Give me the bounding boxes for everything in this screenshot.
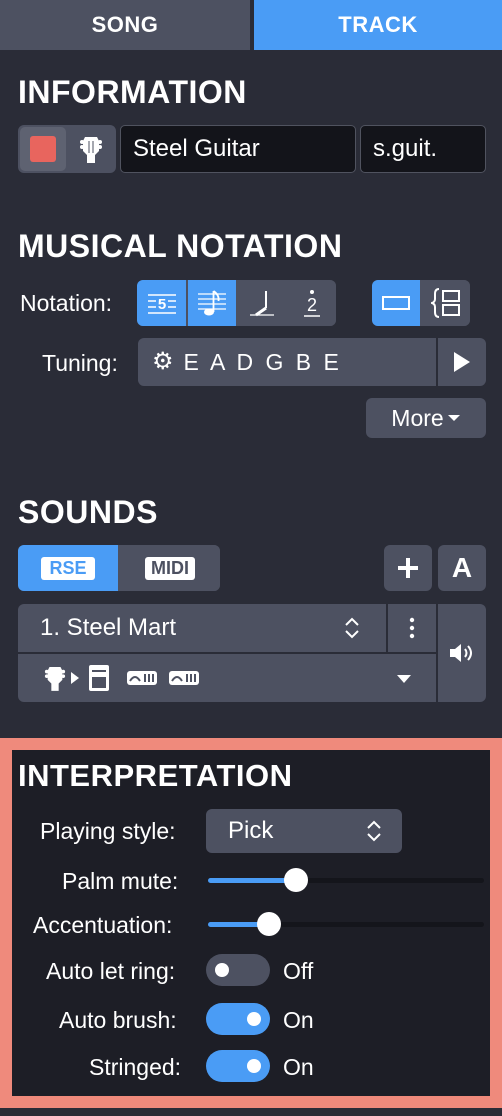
accentuation-slider[interactable] (208, 912, 484, 936)
amp-icon (89, 665, 109, 691)
more-label: More (391, 404, 444, 431)
tab-song[interactable]: SONG (0, 0, 252, 50)
slash-notation-toggle[interactable] (238, 280, 286, 326)
vertical-dots-icon (409, 617, 415, 639)
toggle-knob (247, 1012, 261, 1026)
track-name-field[interactable]: Steel Guitar (120, 125, 356, 173)
tab-track[interactable]: TRACK (254, 0, 502, 50)
eq-icon (169, 671, 199, 685)
sound-selector[interactable]: 1. Steel Mart (18, 604, 386, 652)
standard-notation-icon (198, 290, 226, 316)
speaker-icon (450, 644, 472, 662)
automation-button[interactable]: A (438, 545, 486, 591)
sound-options-button[interactable] (388, 604, 436, 652)
stringed-label: Stringed: (89, 1054, 182, 1080)
eq-icon (127, 671, 157, 685)
stringed-toggle[interactable] (206, 1050, 270, 1082)
add-sound-button[interactable] (384, 545, 432, 591)
tablature-toggle[interactable]: 5 (137, 280, 186, 326)
signal-chain[interactable] (18, 654, 436, 702)
auto-brush-state: On (283, 1007, 314, 1033)
single-staff-icon (382, 296, 410, 310)
accentuation-label: Accentuation: (33, 912, 173, 938)
color-swatch (30, 136, 56, 162)
numbered-notation-toggle[interactable]: 2 (288, 280, 336, 326)
chevron-down-icon (397, 675, 411, 683)
auto-let-ring-state: Off (283, 958, 314, 984)
stringed-state: On (283, 1054, 314, 1080)
sounds-heading: SOUNDS (18, 494, 158, 530)
playing-style-select[interactable]: Pick (206, 809, 402, 853)
chain-arrow-icon (71, 672, 79, 684)
up-down-chevron-icon (345, 617, 359, 639)
slider-handle[interactable] (256, 912, 281, 936)
auto-brush-toggle[interactable] (206, 1003, 270, 1035)
toggle-knob (215, 963, 229, 977)
up-down-chevron-icon (367, 820, 381, 842)
notation-label: Notation: (20, 290, 113, 316)
guitar-head-icon (44, 667, 66, 691)
musical-notation-heading: MUSICAL NOTATION (18, 228, 343, 264)
rse-label: RSE (41, 556, 95, 580)
svg-text:2: 2 (307, 295, 317, 315)
information-heading: INFORMATION (18, 74, 247, 110)
toggle-knob (247, 1059, 261, 1073)
standard-notation-toggle[interactable] (188, 280, 236, 326)
midi-button[interactable]: MIDI (120, 545, 220, 591)
multi-staff-toggle[interactable] (422, 280, 470, 326)
gear-icon: ⚙ (152, 348, 174, 375)
tuning-selector[interactable]: ⚙ E A D G B E (138, 338, 436, 386)
tuning-value: E A D G B E (183, 348, 342, 375)
slash-notation-icon (250, 291, 274, 317)
tuning-label: Tuning: (42, 350, 118, 376)
palm-mute-label: Palm mute: (62, 868, 179, 894)
tuning-play-button[interactable] (438, 338, 486, 386)
svg-text:5: 5 (157, 296, 165, 313)
midi-label: MIDI (145, 556, 195, 580)
chevron-down-icon (447, 415, 460, 421)
auto-brush-label: Auto brush: (59, 1007, 177, 1033)
numbered-notation-icon: 2 (304, 290, 320, 317)
track-color-button[interactable] (20, 127, 66, 171)
single-staff-toggle[interactable] (372, 280, 420, 326)
instrument-button[interactable] (68, 127, 114, 171)
track-short-name-field[interactable]: s.guit. (360, 125, 486, 173)
guitar-head-icon (80, 137, 102, 163)
plus-icon (398, 558, 418, 578)
play-icon (454, 352, 470, 372)
playing-style-label: Playing style: (40, 818, 176, 844)
rse-button[interactable]: RSE (18, 545, 118, 591)
interpretation-heading: INTERPRETATION (18, 758, 293, 793)
tablature-icon: 5 (147, 294, 176, 314)
volume-button[interactable] (438, 604, 486, 702)
palm-mute-slider[interactable] (208, 868, 484, 892)
slider-fill (208, 878, 297, 883)
letter-a-icon: A (451, 552, 473, 583)
sound-name: 1. Steel Mart (40, 614, 177, 641)
more-button[interactable]: More (366, 398, 486, 438)
playing-style-value: Pick (228, 817, 274, 844)
auto-let-ring-toggle[interactable] (206, 954, 270, 986)
multi-staff-icon (431, 288, 460, 318)
auto-let-ring-label: Auto let ring: (46, 958, 176, 984)
